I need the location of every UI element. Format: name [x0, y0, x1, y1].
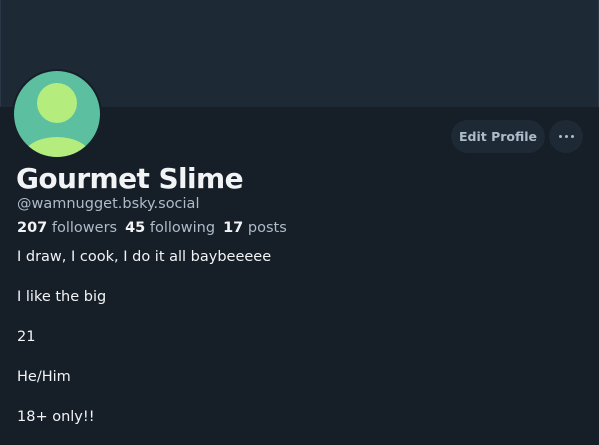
bio-line: 21	[17, 329, 36, 345]
followers-label: followers	[51, 220, 118, 236]
bio-line: He/Him	[17, 369, 71, 385]
followers-link[interactable]: 207 followers	[17, 219, 117, 237]
posts-label: posts	[247, 220, 287, 236]
posts-count-group: 17 posts	[223, 219, 287, 237]
ellipsis-icon	[557, 135, 575, 138]
posts-count: 17	[223, 220, 244, 236]
edit-profile-button[interactable]: Edit Profile	[451, 120, 545, 153]
following-count: 45	[125, 220, 146, 236]
profile-stats: 207 followers 45 following 17 posts	[17, 219, 295, 237]
following-link[interactable]: 45 following	[125, 219, 215, 237]
following-label: following	[149, 220, 216, 236]
profile-avatar[interactable]	[12, 69, 102, 159]
followers-count: 207	[17, 220, 48, 236]
default-user-avatar-icon	[14, 71, 100, 157]
bio-line: I like the big	[17, 289, 107, 305]
bio-line: I draw, I cook, I do it all baybeeeee	[17, 249, 272, 265]
display-name: Gourmet Slime	[16, 162, 244, 195]
more-options-button[interactable]	[549, 120, 583, 153]
bio-line: 18+ only!!	[17, 409, 95, 425]
profile-handle: @wamnugget.bsky.social	[17, 196, 200, 212]
